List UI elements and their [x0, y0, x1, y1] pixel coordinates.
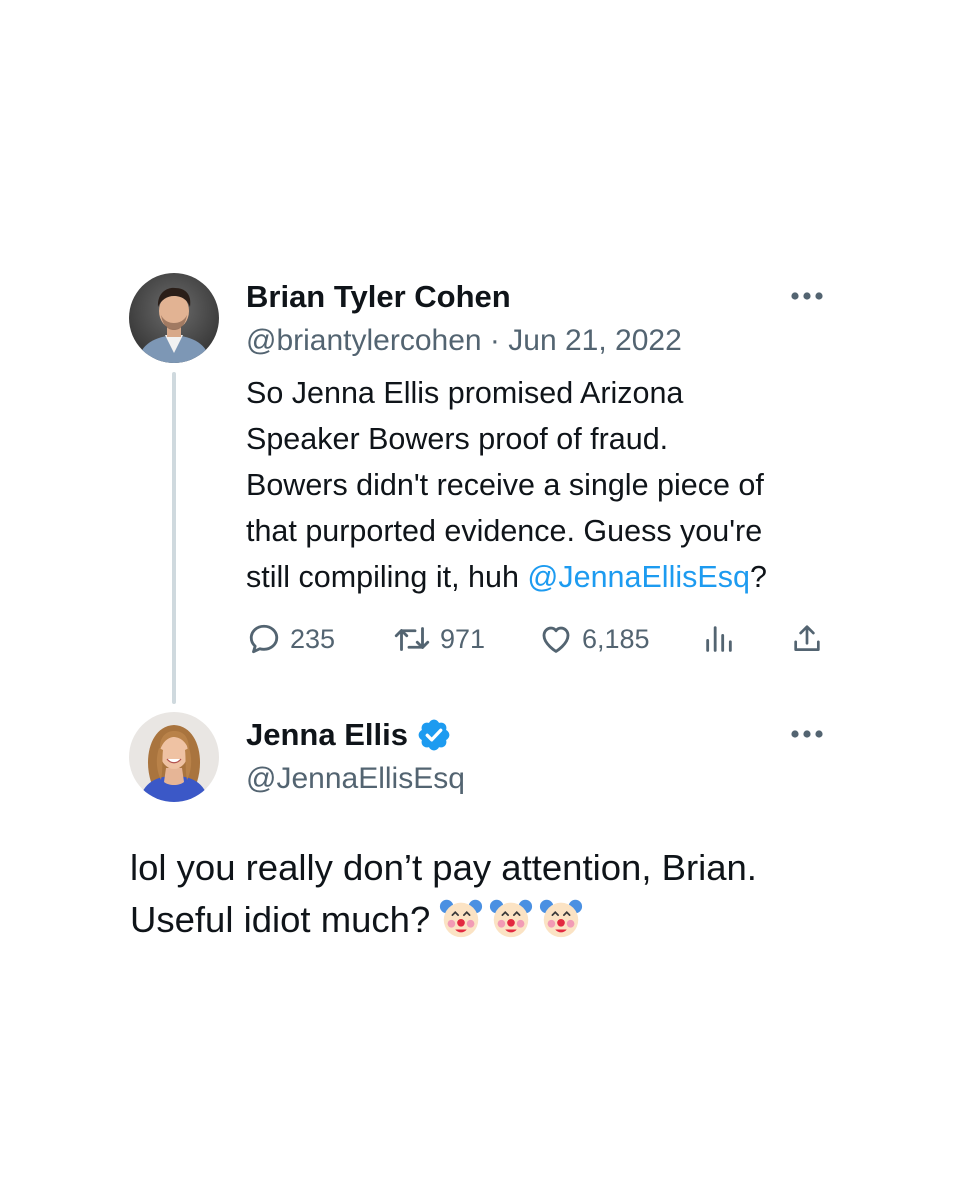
reply-handle-line: @JennaEllisEsq	[246, 761, 465, 797]
reply-button[interactable]: 235	[246, 617, 335, 661]
reply-count: 235	[290, 623, 336, 654]
tweet-text-line: Speaker Bowers proof of fraud.	[246, 422, 669, 456]
handle-separator: ·	[489, 324, 500, 357]
more-options-button[interactable]	[785, 284, 829, 308]
tweet-text-line-last: still compiling it, huh @JennaEllisEsq?	[246, 554, 846, 600]
share-icon	[794, 625, 820, 651]
retweet-button[interactable]: 971	[392, 617, 485, 661]
tweet-text-end: ?	[749, 560, 767, 594]
tweet-text-line: Bowers didn't receive a single piece of	[246, 468, 764, 502]
more-dots-icon	[791, 292, 823, 300]
tweet-action-bar: 235 971 6,185	[246, 617, 828, 661]
more-dots-icon	[791, 730, 823, 738]
tweet-text-line: that purported evidence. Guess you're	[246, 514, 763, 548]
reply-author-handle[interactable]: @JennaEllisEsq	[246, 762, 465, 795]
reply-body: lol you really don’t pay attention, Bria…	[130, 842, 850, 946]
reply-text-line: lol you really don’t pay attention, Bria…	[130, 847, 757, 888]
author-handle[interactable]: @briantylercohen	[246, 324, 482, 357]
tweet-date[interactable]: Jun 21, 2022	[508, 324, 681, 357]
reply-icon	[249, 624, 279, 654]
reply-text-fragment: Useful idiot much?	[130, 899, 431, 940]
avatar-jenna[interactable]	[129, 712, 219, 802]
reply-text-line-last: Useful idiot much?	[130, 894, 850, 946]
retweet-icon	[394, 627, 430, 651]
author-name-row: Jenna Ellis	[246, 717, 452, 753]
retweet-count: 971	[440, 623, 486, 654]
mention-link[interactable]: @JennaEllisEsq	[527, 560, 750, 594]
heart-icon	[542, 626, 570, 653]
avatar-photo-icon	[129, 273, 219, 363]
avatar-brian[interactable]	[129, 273, 219, 363]
author-name-brian[interactable]: Brian Tyler Cohen	[246, 279, 511, 315]
analytics-icon	[706, 626, 732, 652]
thread-connector-line	[172, 372, 176, 704]
tweet-text-fragment: still compiling it, huh	[246, 560, 528, 594]
verified-badge-icon[interactable]	[416, 717, 452, 753]
clown-face-icon	[440, 899, 483, 938]
author-name-jenna[interactable]: Jenna Ellis	[246, 717, 408, 753]
like-button[interactable]: 6,185	[538, 617, 650, 661]
clown-face-icon	[540, 899, 583, 938]
avatar-photo-icon	[129, 712, 219, 802]
views-button[interactable]	[702, 617, 736, 661]
handle-date-line: @briantylercohen · Jun 21, 2022	[246, 323, 682, 359]
share-button[interactable]	[790, 617, 824, 661]
more-options-button[interactable]	[785, 722, 829, 746]
emoji-group	[438, 895, 584, 941]
tweet-text-line: So Jenna Ellis promised Arizona	[246, 376, 684, 410]
clown-face-icon	[490, 899, 533, 938]
tweet-body: So Jenna Ellis promised Arizona Speaker …	[246, 370, 846, 600]
like-count: 6,185	[582, 623, 650, 654]
